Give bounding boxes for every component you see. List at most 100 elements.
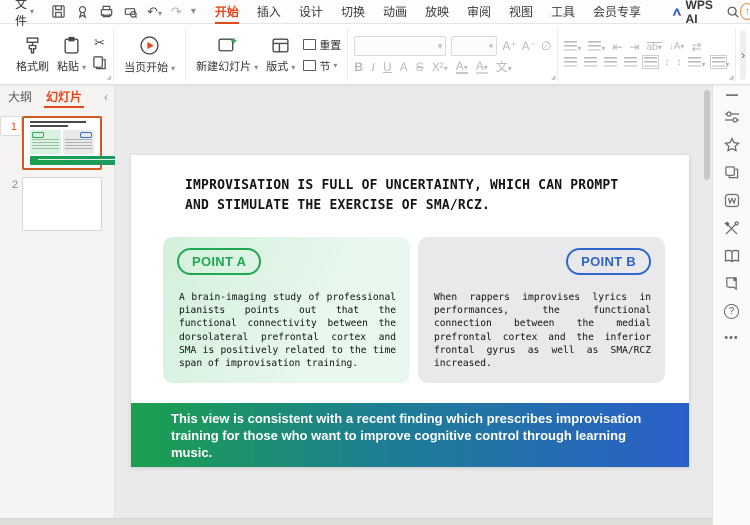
slide-thumbnail-item-2[interactable]: 2 <box>0 177 114 231</box>
convert-button[interactable]: ⇄ <box>691 41 701 53</box>
strikethrough-button[interactable]: S <box>416 61 424 73</box>
save-button[interactable] <box>51 4 66 19</box>
align-center-button[interactable] <box>584 57 597 69</box>
align-right-button[interactable] <box>604 57 617 69</box>
collapse-panel-chevron-icon[interactable]: ‹ <box>104 90 108 104</box>
star-favorites-icon[interactable] <box>724 137 740 152</box>
tab-member[interactable]: 会员专享 <box>584 0 650 24</box>
italic-button[interactable]: I <box>371 61 375 73</box>
tab-tools[interactable]: 工具 <box>542 0 584 24</box>
print-button[interactable] <box>99 4 114 19</box>
more-options-icon[interactable]: ••• <box>724 332 739 344</box>
clipboard-section: 格式刷 粘贴 ▾ ✂ ◢ <box>6 28 114 82</box>
character-border-button[interactable]: ab▾ <box>647 42 662 53</box>
copy-layers-icon[interactable] <box>724 165 739 180</box>
print-preview-button[interactable] <box>123 4 138 19</box>
tab-transition[interactable]: 切换 <box>332 0 374 24</box>
redo-button[interactable]: ↷ <box>171 4 182 20</box>
tab-outline[interactable]: 大纲 <box>6 85 34 109</box>
section-button[interactable]: 节 ▾ <box>303 58 341 74</box>
increase-spacing-button[interactable]: ↕ <box>664 58 669 68</box>
tab-review[interactable]: 审阅 <box>458 0 500 24</box>
dialog-launcher-icon[interactable]: ◢ <box>551 75 556 81</box>
conclusion-banner[interactable]: This view is consistent with a recent fi… <box>131 403 689 467</box>
decrease-font-button[interactable]: A⁻ <box>522 40 536 52</box>
slide-1-editor[interactable]: IMPROVISATION IS FULL OF UNCERTAINTY, WH… <box>131 155 689 467</box>
reset-button[interactable]: 重置 <box>303 37 341 53</box>
layout-button[interactable]: 版式 ▾ <box>262 34 299 76</box>
cut-button[interactable]: ✂ <box>94 36 105 49</box>
copy-button[interactable] <box>92 55 107 75</box>
file-menu[interactable]: 文件 ▾ <box>12 0 37 29</box>
font-color-button[interactable]: A▾ <box>456 60 468 74</box>
underline-button[interactable]: U <box>383 61 392 73</box>
line-spacing-button[interactable]: ▾ <box>688 57 705 69</box>
wps-template-icon[interactable] <box>724 193 740 208</box>
ribbon-expand-button[interactable]: › <box>740 30 746 80</box>
thumbnail-preview <box>27 118 97 168</box>
properties-sliders-icon[interactable] <box>724 110 740 124</box>
decrease-spacing-button[interactable]: ↕ <box>676 58 681 68</box>
book-icon[interactable] <box>724 249 740 263</box>
bottom-strip <box>0 518 712 525</box>
tab-design[interactable]: 设计 <box>290 0 332 24</box>
format-painter-button[interactable]: 格式刷 <box>12 34 53 76</box>
tab-insert[interactable]: 插入 <box>248 0 290 24</box>
vertical-scrollbar[interactable] <box>704 90 710 180</box>
numbered-list-button[interactable]: ▾ <box>588 41 605 53</box>
search-button[interactable] <box>726 5 740 19</box>
increase-font-button[interactable]: A⁺ <box>502 40 516 52</box>
font-size-select[interactable]: ▾ <box>451 36 497 56</box>
cloud-upload-icon[interactable]: ↑ <box>740 3 750 20</box>
editing-canvas[interactable]: IMPROVISATION IS FULL OF UNCERTAINTY, WH… <box>115 85 712 518</box>
customize-toolbar-chevron-icon[interactable]: ▾ <box>191 7 196 17</box>
slide-1-thumbnail[interactable] <box>22 116 102 170</box>
tab-slides[interactable]: 幻灯片 <box>44 85 84 109</box>
justify-button[interactable] <box>624 57 637 69</box>
point-a-badge[interactable]: POINT A <box>177 248 261 275</box>
dialog-launcher-icon[interactable]: ◢ <box>729 75 734 81</box>
tools-icon[interactable] <box>724 221 739 236</box>
wps-ai-button[interactable]: WPS AI <box>672 0 716 26</box>
collapse-sidebar-button[interactable] <box>725 93 739 97</box>
text-effect-button[interactable]: A <box>400 61 408 73</box>
decrease-indent-button[interactable]: ⇤ <box>612 41 622 53</box>
point-b-badge[interactable]: POINT B <box>566 248 651 275</box>
bullet-list-button[interactable]: ▾ <box>564 41 581 53</box>
superscript-button[interactable]: X²▾ <box>432 61 448 73</box>
tab-view[interactable]: 视图 <box>500 0 542 24</box>
increase-indent-button[interactable]: ⇥ <box>630 41 640 53</box>
text-direction-button[interactable]: ↓A▾ <box>669 42 685 52</box>
chevron-down-icon: ▾ <box>333 62 337 70</box>
undo-button[interactable]: ↶▾ <box>147 4 162 20</box>
tab-animation[interactable]: 动画 <box>374 0 416 24</box>
bookmark-page-icon[interactable] <box>724 276 739 291</box>
point-b-card[interactable]: POINT B When rappers improvises lyrics i… <box>418 237 665 383</box>
clear-format-button[interactable]: ∅ <box>541 40 551 52</box>
paste-button[interactable]: 粘贴 ▾ <box>53 34 90 76</box>
character-tool-button[interactable]: 文▾ <box>496 61 512 73</box>
point-a-text[interactable]: A brain-imaging study of professional pi… <box>179 291 396 370</box>
slide-thumbnail-item-1[interactable]: 1 <box>0 116 114 170</box>
ribbon-tabs: 开始 插入 设计 切换 动画 放映 审阅 视图 工具 会员专享 <box>206 0 650 24</box>
dialog-launcher-icon[interactable]: ◢ <box>106 75 111 81</box>
highlight-color-button[interactable]: A▾ <box>476 60 488 74</box>
bold-button[interactable]: B <box>354 61 363 73</box>
help-icon[interactable]: ? <box>724 304 739 319</box>
tab-home[interactable]: 开始 <box>206 0 248 24</box>
paragraph-settings-button[interactable]: ▾ <box>712 57 729 69</box>
distribute-button[interactable] <box>644 57 657 69</box>
wps-ai-label: WPS AI <box>686 0 717 26</box>
new-slide-button[interactable]: 新建幻灯片 ▾ <box>192 34 262 76</box>
slide-2-thumbnail[interactable] <box>22 177 102 231</box>
slide-title[interactable]: IMPROVISATION IS FULL OF UNCERTAINTY, WH… <box>185 176 637 216</box>
quick-access-toolbar: ↶▾ ↷ ▾ <box>51 4 196 20</box>
tab-slideshow[interactable]: 放映 <box>416 0 458 24</box>
font-name-select[interactable]: ▾ <box>354 36 446 56</box>
point-a-card[interactable]: POINT A A brain-imaging study of profess… <box>163 237 410 383</box>
output-pdf-button[interactable] <box>75 4 90 19</box>
point-b-text[interactable]: When rappers improvises lyrics in perfor… <box>434 291 651 370</box>
play-from-current-button[interactable]: 当页开始 ▾ <box>120 33 179 77</box>
align-left-button[interactable] <box>564 57 577 69</box>
cut-copy-column: ✂ <box>92 36 107 75</box>
